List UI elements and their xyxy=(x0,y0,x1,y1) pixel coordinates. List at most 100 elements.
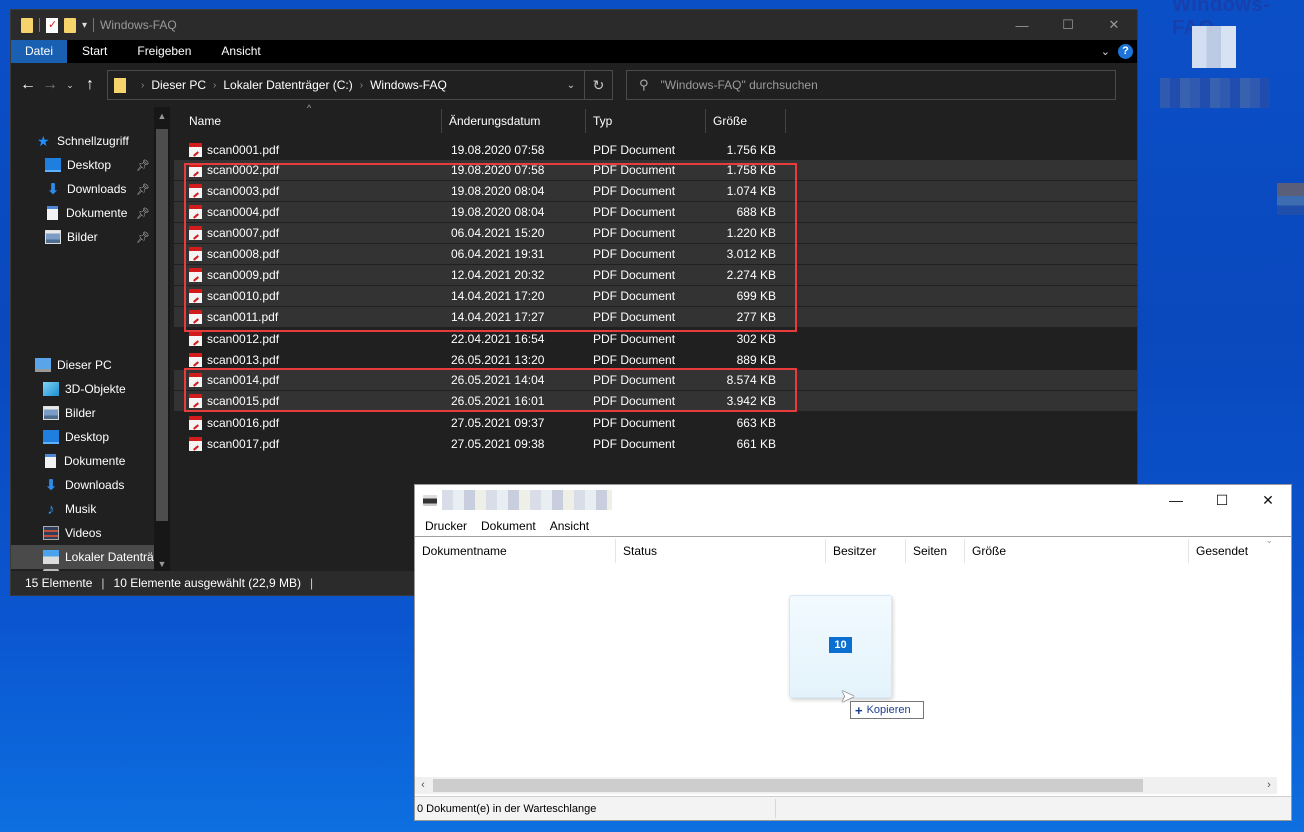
minimize-button[interactable]: — xyxy=(1153,485,1199,515)
nav-pc-bilder[interactable]: Bilder xyxy=(11,401,154,425)
file-row[interactable]: scan0011.pdf 14.04.2021 17:27 PDF Document… xyxy=(174,307,1137,328)
nav-quick-dokumente[interactable]: Dokumente 📌︎ xyxy=(11,201,154,225)
nav-pc-local-drive[interactable]: Lokaler Datenträ xyxy=(11,545,154,569)
breadcrumb-windows-faq[interactable]: Windows-FAQ xyxy=(370,78,447,92)
file-row[interactable]: scan0008.pdf 06.04.2021 19:31 PDF Document… xyxy=(174,244,1137,265)
properties-icon[interactable] xyxy=(46,17,58,33)
column-dokumentname[interactable]: Dokumentname xyxy=(415,538,616,563)
nav-pc-dokumente[interactable]: Dokumente xyxy=(11,449,154,473)
scroll-right-icon[interactable]: › xyxy=(1261,777,1277,794)
back-arrow-icon[interactable]: ← xyxy=(17,76,39,94)
maximize-button[interactable]: ☐ xyxy=(1199,485,1245,515)
scroll-up-icon[interactable]: ▲ xyxy=(154,111,170,121)
desktop-shortcut-icon[interactable] xyxy=(1192,26,1236,68)
column-date[interactable]: Änderungsdatum xyxy=(442,109,586,133)
search-input[interactable]: ⚲ "Windows-FAQ" durchsuchen xyxy=(626,70,1116,100)
desktop-shortcut-icon-2[interactable] xyxy=(1277,183,1304,215)
pdf-file-icon xyxy=(189,373,202,387)
3d-objects-icon xyxy=(43,382,59,396)
file-row[interactable]: scan0002.pdf 19.08.2020 07:58 PDF Document… xyxy=(174,160,1137,181)
nav-pc-desktop[interactable]: Desktop xyxy=(11,425,154,449)
file-size: 1.220 KB xyxy=(726,226,776,240)
file-row[interactable]: scan0017.pdf 27.05.2021 09:38 PDF Document… xyxy=(174,433,1137,454)
breadcrumb-dieser-pc[interactable]: Dieser PC xyxy=(151,78,206,92)
address-dropdown-icon[interactable]: ⌄ xyxy=(558,80,584,91)
file-row[interactable]: scan0004.pdf 19.08.2020 08:04 PDF Document… xyxy=(174,202,1137,223)
file-row[interactable]: scan0013.pdf 26.05.2021 13:20 PDF Document… xyxy=(174,349,1137,370)
nav-this-pc[interactable]: Dieser PC xyxy=(11,353,154,377)
menu-dokument[interactable]: Dokument xyxy=(474,519,543,533)
scrollbar-thumb[interactable] xyxy=(433,779,1143,792)
file-row[interactable]: scan0001.pdf 19.08.2020 07:58 PDF Document… xyxy=(174,139,1137,160)
maximize-button[interactable]: ☐ xyxy=(1045,10,1091,40)
file-size: 1.756 KB xyxy=(726,142,776,157)
nav-pc-videos[interactable]: Videos xyxy=(11,521,154,545)
navigation-scrollbar[interactable]: ▲ ▼ xyxy=(154,107,170,571)
tab-start[interactable]: Start xyxy=(67,40,122,63)
file-date: 26.05.2021 13:20 xyxy=(451,352,545,367)
scrollbar-thumb[interactable] xyxy=(156,129,168,521)
close-button[interactable]: ✕ xyxy=(1091,10,1137,40)
scroll-down-icon[interactable]: ▼ xyxy=(154,559,170,569)
nav-pc-musik[interactable]: ♪ Musik xyxy=(11,497,154,521)
file-name: scan0013.pdf xyxy=(207,352,280,367)
tab-ansicht[interactable]: Ansicht xyxy=(206,40,275,63)
nav-pc-downloads[interactable]: ⬇ Downloads xyxy=(11,473,154,497)
file-row[interactable]: scan0003.pdf 19.08.2020 08:04 PDF Document… xyxy=(174,181,1137,202)
chevron-right-icon[interactable]: › xyxy=(213,80,216,91)
recent-locations-icon[interactable]: ⌄ xyxy=(61,80,79,91)
minimize-button[interactable]: — xyxy=(999,10,1045,40)
tab-freigeben[interactable]: Freigeben xyxy=(122,40,206,63)
pin-icon[interactable]: 📌︎ xyxy=(136,183,150,196)
download-icon: ⬇ xyxy=(44,477,58,494)
file-row[interactable]: scan0016.pdf 27.05.2021 09:37 PDF Document… xyxy=(174,412,1137,433)
scroll-left-icon[interactable]: ‹ xyxy=(415,777,431,794)
vertical-scrollbar[interactable] xyxy=(1277,537,1291,776)
file-row[interactable]: scan0012.pdf 22.04.2021 16:54 PDF Document… xyxy=(174,328,1137,349)
nav-label: Desktop xyxy=(65,430,110,444)
refresh-icon[interactable]: ↻ xyxy=(584,71,612,99)
pin-icon[interactable]: 📌︎ xyxy=(136,207,150,220)
expand-ribbon-icon[interactable]: ⌄ xyxy=(1101,45,1110,58)
nav-quick-bilder[interactable]: Bilder 📌︎ xyxy=(11,225,154,249)
file-row[interactable]: scan0010.pdf 14.04.2021 17:20 PDF Document… xyxy=(174,286,1137,307)
file-row[interactable]: scan0007.pdf 06.04.2021 15:20 PDF Document… xyxy=(174,223,1137,244)
quick-access-dropdown-icon[interactable]: ▾ xyxy=(82,20,87,31)
nav-label: Dokumente xyxy=(66,206,128,220)
tab-datei[interactable]: Datei xyxy=(11,40,68,63)
nav-quick-desktop[interactable]: Desktop 📌︎ xyxy=(11,153,154,177)
file-name-cell: scan0009.pdf xyxy=(174,268,442,282)
pin-icon[interactable]: 📌︎ xyxy=(136,159,150,172)
file-row[interactable]: scan0015.pdf 26.05.2021 16:01 PDF Document… xyxy=(174,391,1137,412)
column-status[interactable]: Status xyxy=(616,538,826,563)
file-name-cell: scan0015.pdf xyxy=(174,394,442,408)
nav-pc-3d-objects[interactable]: 3D-Objekte xyxy=(11,377,154,401)
nav-quick-downloads[interactable]: ⬇ Downloads 📌︎ xyxy=(11,177,154,201)
menu-drucker[interactable]: Drucker xyxy=(418,519,474,533)
file-size: 1.074 KB xyxy=(726,184,776,198)
column-type[interactable]: Typ xyxy=(586,109,706,133)
breadcrumb-drive-c[interactable]: Lokaler Datenträger (C:) xyxy=(223,78,352,92)
column-seiten[interactable]: Seiten xyxy=(906,538,965,563)
forward-arrow-icon[interactable]: → xyxy=(39,76,61,94)
close-button[interactable]: ✕ xyxy=(1245,485,1291,515)
pin-icon[interactable]: 📌︎ xyxy=(136,231,150,244)
column-groesse[interactable]: Größe xyxy=(965,538,1189,563)
navigation-pane: ★ Schnellzugriff Desktop 📌︎ ⬇ Downloads … xyxy=(11,107,154,583)
chevron-right-icon[interactable]: › xyxy=(360,80,363,91)
address-bar[interactable]: › Dieser PC › Lokaler Datenträger (C:) ›… xyxy=(107,70,613,100)
horizontal-scrollbar[interactable]: ‹ › xyxy=(415,777,1277,794)
column-size[interactable]: Größe xyxy=(706,109,786,133)
nav-quick-access[interactable]: ★ Schnellzugriff xyxy=(11,129,154,153)
chevron-right-icon[interactable]: › xyxy=(141,80,144,91)
file-row[interactable]: scan0009.pdf 12.04.2021 20:32 PDF Document… xyxy=(174,265,1137,286)
help-icon[interactable]: ? xyxy=(1118,44,1133,59)
file-name: scan0015.pdf xyxy=(207,394,280,408)
column-besitzer[interactable]: Besitzer xyxy=(826,538,906,563)
new-folder-icon[interactable] xyxy=(64,17,76,33)
nav-label: Bilder xyxy=(65,406,96,420)
up-arrow-icon[interactable]: ↑ xyxy=(79,76,101,94)
file-row[interactable]: scan0014.pdf 26.05.2021 14:04 PDF Document… xyxy=(174,370,1137,391)
file-date: 06.04.2021 15:20 xyxy=(451,226,545,240)
menu-ansicht[interactable]: Ansicht xyxy=(543,519,596,533)
